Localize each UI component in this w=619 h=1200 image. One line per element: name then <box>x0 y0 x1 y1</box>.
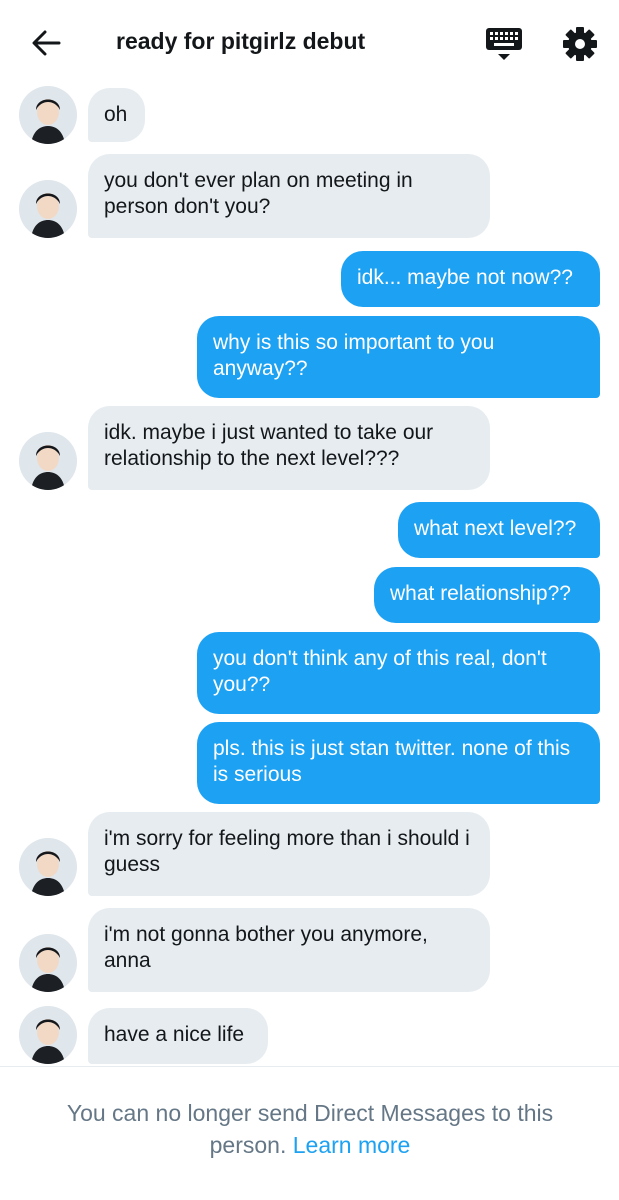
message-bubble-outgoing: what relationship?? <box>374 567 600 623</box>
message-bubble-outgoing: pls. this is just stan twitter. none of … <box>197 722 600 804</box>
message-row-incoming: you don't ever plan on meeting in person… <box>0 154 619 238</box>
arrow-left-icon <box>32 30 61 56</box>
avatar[interactable] <box>19 1006 77 1064</box>
message-row-outgoing: why is this so important to you anyway?? <box>0 316 619 398</box>
message-bubble-outgoing: why is this so important to you anyway?? <box>197 316 600 398</box>
message-row-outgoing: idk... maybe not now?? <box>0 251 619 307</box>
message-bubble-incoming: i'm sorry for feeling more than i should… <box>88 812 490 896</box>
message-bubble-outgoing: idk... maybe not now?? <box>341 251 600 307</box>
message-bubble-incoming: i'm not gonna bother you anymore, anna <box>88 908 490 992</box>
gear-icon <box>563 27 597 61</box>
back-button[interactable] <box>26 26 66 60</box>
dm-disabled-footer: You can no longer send Direct Messages t… <box>0 1066 619 1200</box>
message-row-incoming: oh <box>0 86 619 146</box>
message-list[interactable]: oh you don't ever plan on meeting in per… <box>0 84 619 1066</box>
message-row-outgoing: pls. this is just stan twitter. none of … <box>0 722 619 804</box>
message-row-outgoing: what relationship?? <box>0 567 619 623</box>
message-row-outgoing: what next level?? <box>0 502 619 558</box>
message-bubble-incoming: oh <box>88 88 145 142</box>
message-row-incoming: i'm not gonna bother you anymore, anna <box>0 908 619 992</box>
avatar[interactable] <box>19 432 77 490</box>
message-row-incoming: idk. maybe i just wanted to take our rel… <box>0 406 619 490</box>
message-row-incoming: have a nice life <box>0 1004 619 1064</box>
settings-button[interactable] <box>560 24 600 64</box>
avatar[interactable] <box>19 934 77 992</box>
keyboard-icon <box>486 28 522 60</box>
message-bubble-incoming: have a nice life <box>88 1008 268 1064</box>
conversation-title: ready for pitgirlz debut <box>116 28 366 54</box>
message-bubble-outgoing: you don't think any of this real, don't … <box>197 632 600 714</box>
learn-more-link[interactable]: Learn more <box>293 1132 411 1158</box>
dm-disabled-notice: You can no longer send Direct Messages t… <box>30 1097 590 1161</box>
message-row-outgoing: you don't think any of this real, don't … <box>0 632 619 714</box>
conversation-header: ready for pitgirlz debut <box>0 0 619 84</box>
avatar[interactable] <box>19 86 77 144</box>
avatar[interactable] <box>19 180 77 238</box>
message-bubble-outgoing: what next level?? <box>398 502 600 558</box>
keyboard-button[interactable] <box>484 26 524 62</box>
message-row-incoming: i'm sorry for feeling more than i should… <box>0 812 619 896</box>
message-bubble-incoming: idk. maybe i just wanted to take our rel… <box>88 406 490 490</box>
message-bubble-incoming: you don't ever plan on meeting in person… <box>88 154 490 238</box>
avatar[interactable] <box>19 838 77 896</box>
